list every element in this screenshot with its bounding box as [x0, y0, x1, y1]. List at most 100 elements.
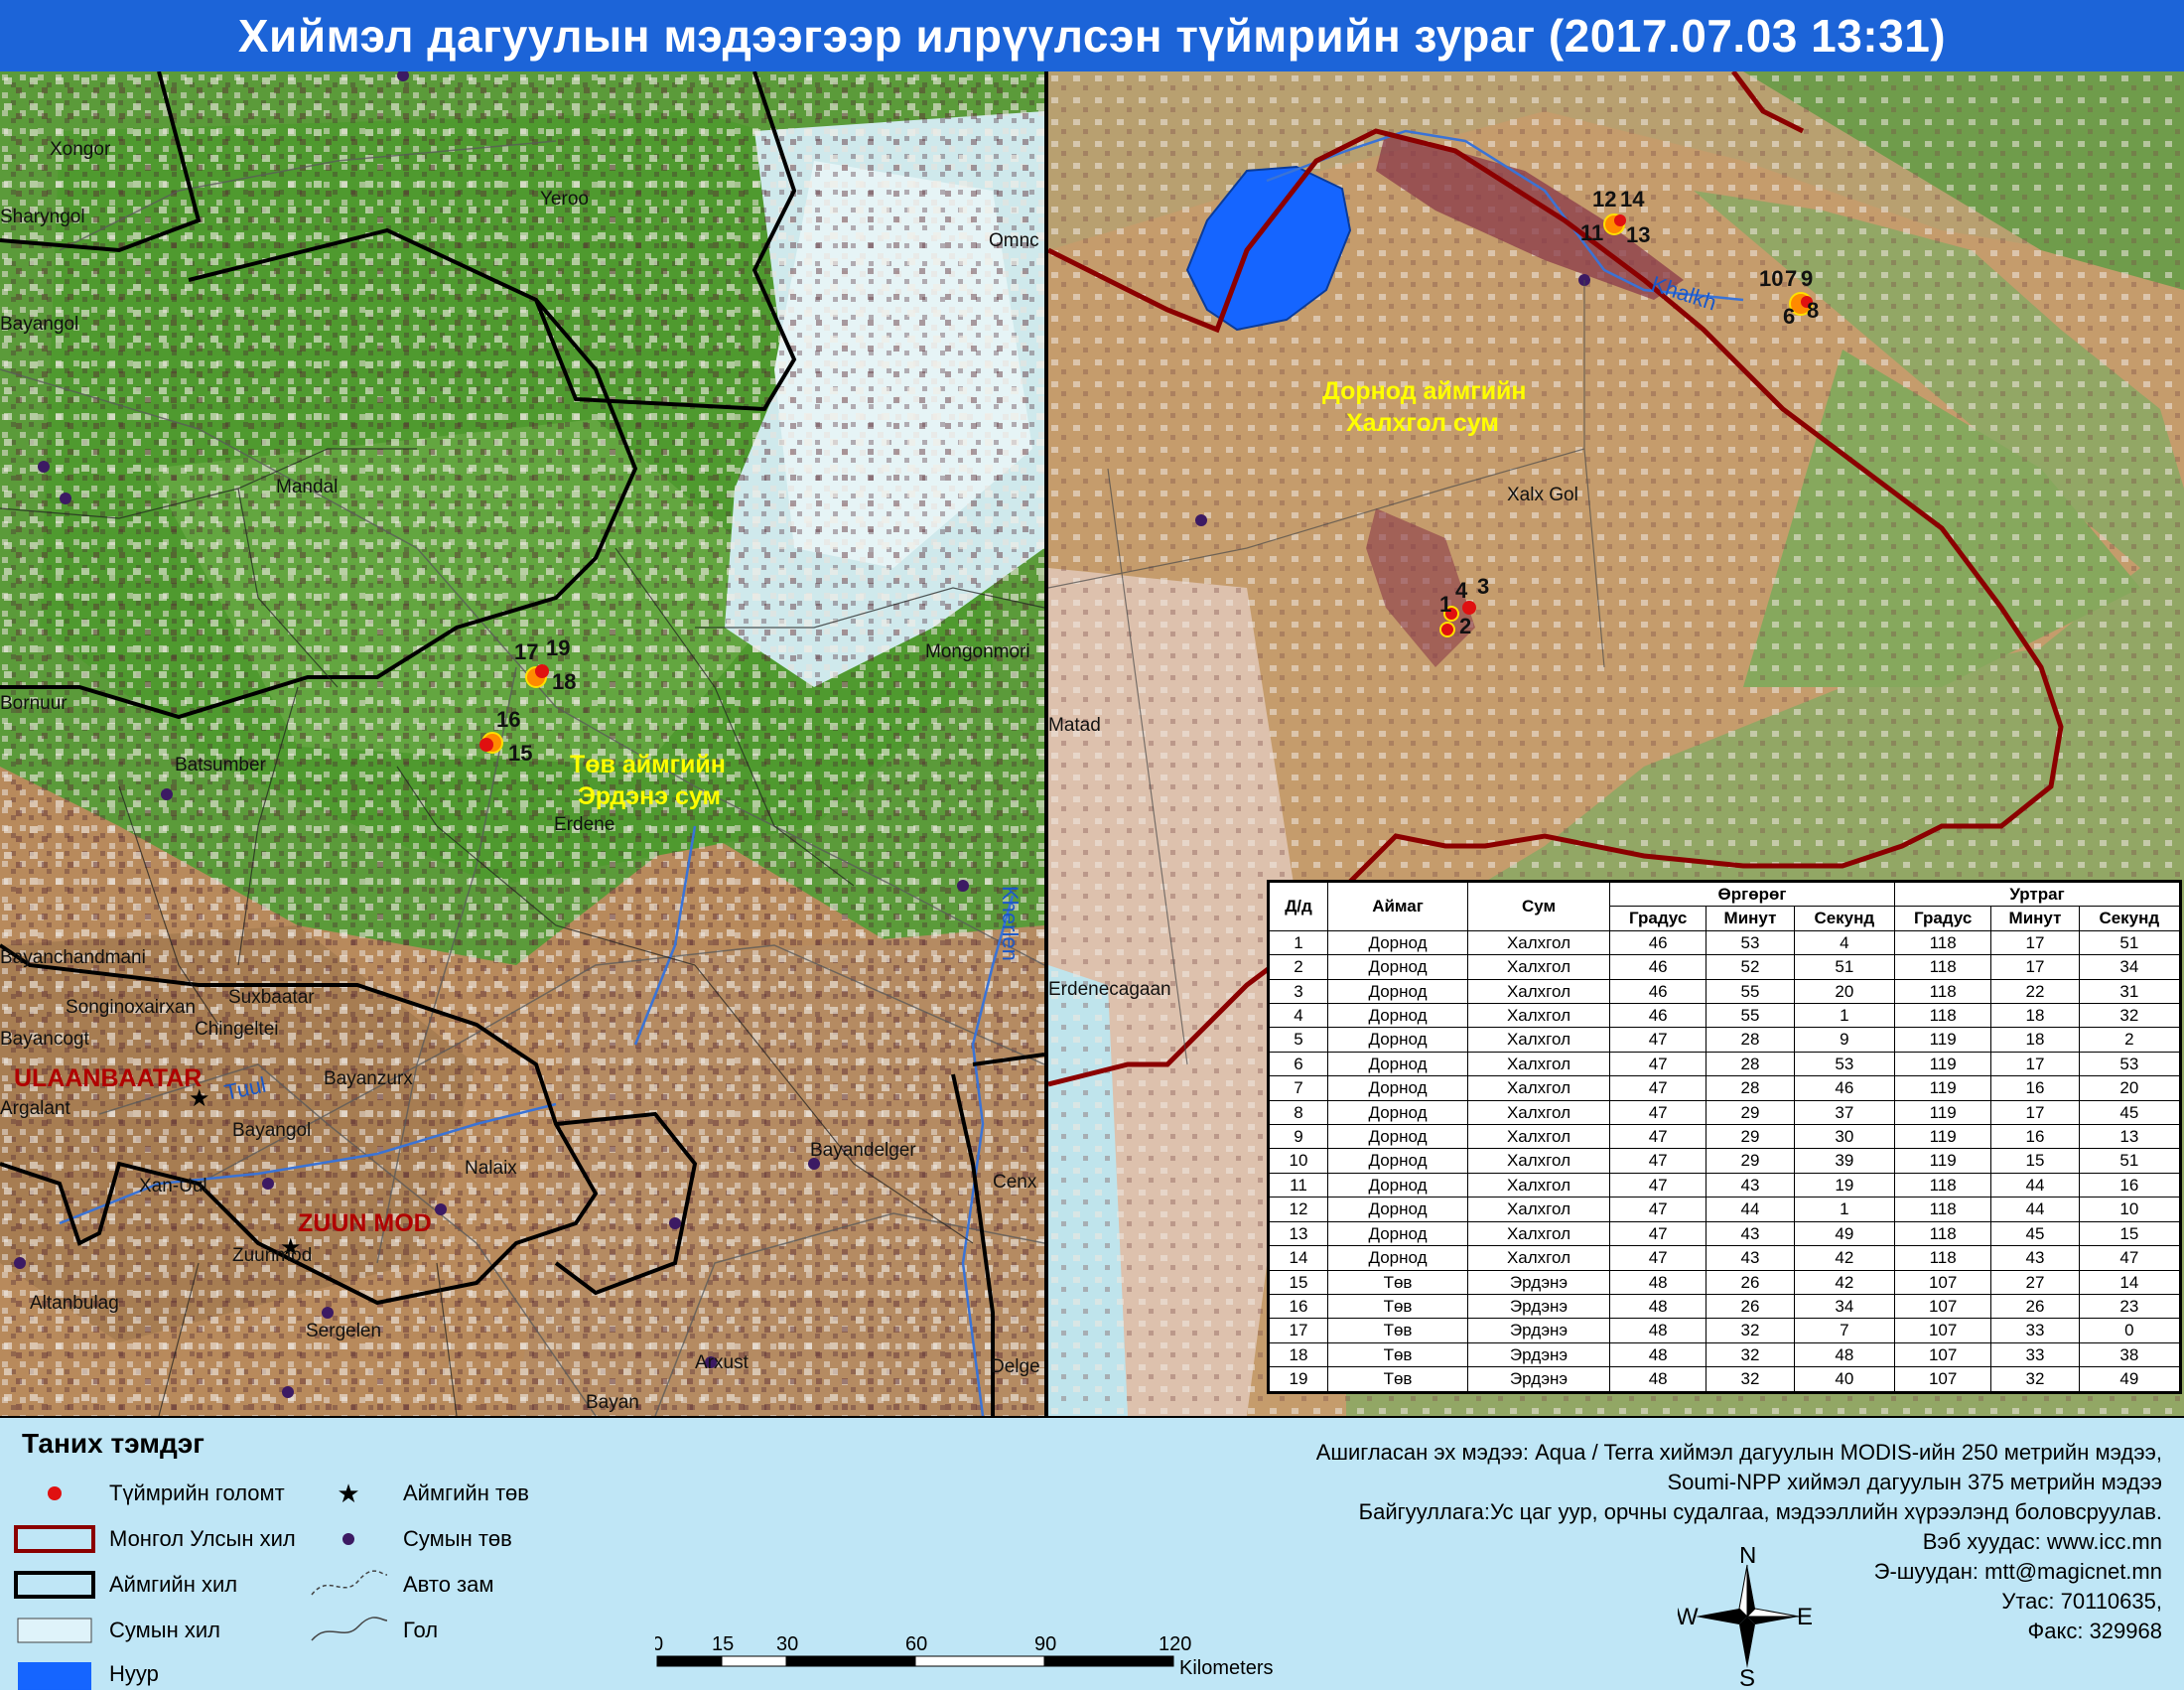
table-cell: 38 [2078, 1341, 2181, 1368]
table-cell: 15 [1990, 1148, 2080, 1174]
table-row: 10 Дорнод Халхгол 47 29 39 119 15 51 [1269, 1148, 2181, 1174]
sum-center-icon [342, 1533, 354, 1545]
place-label: Nalaix [465, 1158, 517, 1179]
legend-label: Аймгийн хил [109, 1572, 238, 1597]
table-cell: 118 [1893, 1172, 1992, 1198]
table-cell: 16 [1269, 1293, 1328, 1320]
table-cell: 53 [1706, 929, 1795, 956]
table-row: 7 Дорнод Халхгол 47 28 46 119 16 20 [1269, 1075, 2181, 1101]
table-row: 4 Дорнод Халхгол 46 55 1 118 18 32 [1269, 1003, 2181, 1029]
table-cell: 29 [1706, 1124, 1795, 1150]
fire-table: Д/д Аймаг Сум Өргөрөг Уртраг Градус Мину… [1269, 881, 2181, 1392]
place-label: Chingeltei [195, 1019, 279, 1040]
table-cell: 42 [1793, 1245, 1895, 1271]
scale-unit: Kilometers [1179, 1657, 1273, 1676]
table-cell: Төв [1327, 1293, 1468, 1320]
legend-item-sum-border: Сумын хил [10, 1615, 220, 1646]
table-cell: 49 [2078, 1366, 2181, 1392]
table-cell: 2 [1269, 954, 1328, 980]
fire-label: 7 [1785, 266, 1797, 291]
table-cell: 16 [2078, 1172, 2181, 1198]
table-cell: 18 [1990, 1027, 2080, 1053]
table-cell: 49 [1793, 1220, 1895, 1247]
table-cell: 51 [2078, 1148, 2181, 1174]
table-cell: 7 [1269, 1075, 1328, 1101]
place-label: Yeroo [540, 189, 589, 210]
left-map-panel: ★ ★ Xongor Sharyngol Yeroo Omnc Bayangol… [0, 71, 1044, 1416]
table-cell: 32 [1706, 1341, 1795, 1368]
scale-bar-svg: 0 15 30 60 90 120 Kilometers [652, 1633, 1273, 1679]
table-cell: 107 [1893, 1269, 1992, 1295]
table-cell: Дорнод [1327, 1148, 1468, 1174]
table-cell: Дорнод [1327, 1075, 1468, 1101]
legend-item-fire: Түймрийн голомт [10, 1478, 285, 1509]
table-cell: 18 [1269, 1341, 1328, 1368]
table-cell: 17 [1990, 1099, 2080, 1126]
place-label: Altanbulag [30, 1293, 119, 1314]
table-cell: 29 [1706, 1099, 1795, 1126]
fire-label: 11 [1580, 220, 1603, 245]
table-cell: 16 [1990, 1075, 2080, 1101]
place-label: Batsumber [175, 755, 267, 775]
table-cell: 3 [1269, 978, 1328, 1005]
river-label-kherlen: Kherlen [998, 886, 1023, 961]
fire-label: 16 [496, 707, 520, 732]
legend-panel: Таних тэмдэг Түймрийн голомт Монгол Улсы… [0, 1416, 2184, 1691]
fire-point [535, 664, 549, 678]
table-cell: 8 [1269, 1099, 1328, 1126]
table-cell: Дорнод [1327, 954, 1468, 980]
fire-label: 8 [1807, 298, 1819, 323]
place-label: Zuunmod [232, 1245, 312, 1266]
place-label: Erdenecagaan [1048, 979, 1171, 1000]
table-cell: 43 [1706, 1172, 1795, 1198]
table-row: 8 Дорнод Халхгол 47 29 37 119 17 45 [1269, 1099, 2181, 1126]
table-cell: 47 [1608, 1124, 1707, 1150]
place-label: Bayanchandmani [0, 947, 146, 968]
table-row: 6 Дорнод Халхгол 47 28 53 119 17 53 [1269, 1051, 2181, 1077]
legend-item-aimag-border: Аймгийн хил [10, 1569, 237, 1601]
table-cell: Халхгол [1467, 1099, 1610, 1126]
table-cell: Дорнод [1327, 1099, 1468, 1126]
region-label-tov: Төв аймгийн [570, 751, 726, 778]
table-cell: Халхгол [1467, 978, 1610, 1005]
map-title: Хиймэл дагуулын мэдээгээр илрүүлсэн түйм… [237, 10, 1947, 62]
table-row: 11 Дорнод Халхгол 47 43 19 118 44 16 [1269, 1172, 2181, 1198]
compass-s: S [1739, 1665, 1755, 1686]
table-cell: 22 [1990, 978, 2080, 1005]
table-cell: 33 [1990, 1341, 2080, 1368]
left-map-svg: ★ ★ Xongor Sharyngol Yeroo Omnc Bayangol… [0, 71, 1044, 1416]
table-cell: 40 [1793, 1366, 1895, 1392]
table-cell: 11 [1269, 1172, 1328, 1198]
table-cell: 13 [1269, 1220, 1328, 1247]
fire-label: 17 [514, 639, 538, 664]
table-cell: 0 [2078, 1318, 2181, 1343]
table-cell: Халхгол [1467, 1051, 1610, 1077]
place-label: Xalx Gol [1507, 485, 1578, 505]
source-line: Soumi-NPP хиймэл дагуулын 375 метрийн мэ… [1667, 1470, 2162, 1494]
source-line: Ашигласан эх мэдээ: Aqua / Terra хиймэл … [1315, 1440, 2162, 1465]
fire-point [1462, 601, 1476, 615]
legend-item-aimag-center: ★ Аймгийн төв [304, 1478, 529, 1509]
fire-label: 2 [1459, 614, 1471, 638]
legend-item-lake: Нуур [10, 1658, 159, 1690]
table-cell: 1 [1793, 1003, 1895, 1029]
place-label: Arxust [695, 1352, 750, 1373]
lake-icon [18, 1662, 91, 1690]
table-cell: 47 [1608, 1148, 1707, 1174]
fire-label: 13 [1626, 222, 1650, 247]
fire-label: 12 [1592, 187, 1616, 211]
table-cell: 20 [2078, 1075, 2181, 1101]
place-label: Erdene [554, 814, 614, 835]
table-row: 9 Дорнод Халхгол 47 29 30 119 16 13 [1269, 1124, 2181, 1150]
place-label: Mandal [276, 477, 338, 497]
table-cell: 47 [1608, 1099, 1707, 1126]
place-label: Bayan [586, 1392, 639, 1413]
table-cell: 107 [1893, 1318, 1992, 1343]
place-label: Mongonmori [925, 641, 1030, 662]
table-cell: 118 [1893, 1245, 1992, 1271]
table-cell: 6 [1269, 1051, 1328, 1077]
table-cell: 47 [1608, 1245, 1707, 1271]
table-cell: 17 [1990, 929, 2080, 956]
table-cell: Халхгол [1467, 1124, 1610, 1150]
table-cell: 46 [1608, 978, 1707, 1005]
